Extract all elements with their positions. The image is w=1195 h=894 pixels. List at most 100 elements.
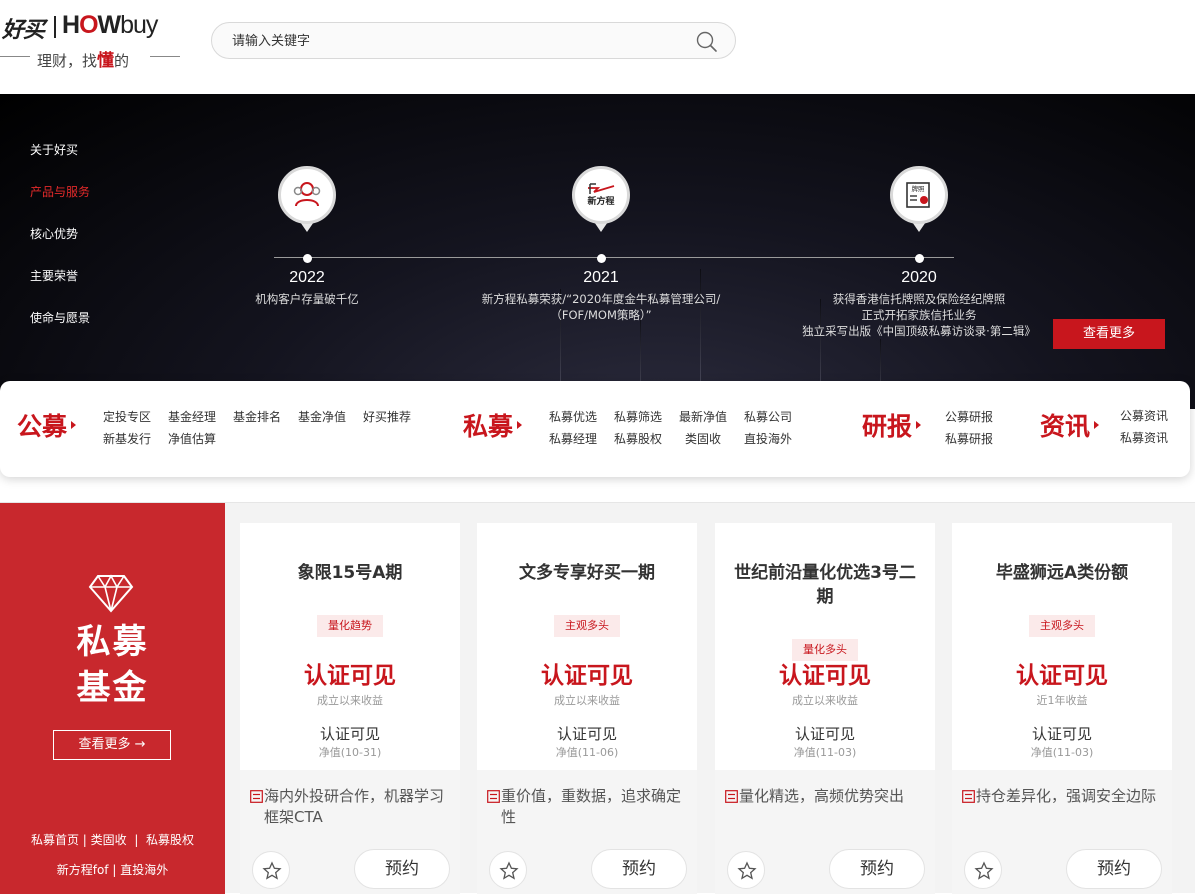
- product-card[interactable]: 世纪前沿量化优选3号二期 量化多头 认证可见 成立以来收益 认证可见 净值(11…: [715, 523, 935, 894]
- product-card[interactable]: 文多专享好买一期 主观多头 认证可见 成立以来收益 认证可见 净值(11-06)…: [477, 523, 697, 894]
- search-input[interactable]: [232, 31, 672, 51]
- news-link[interactable]: 私募资讯: [1120, 430, 1180, 446]
- product-name: 象限15号A期: [297, 563, 403, 583]
- private-fund-link[interactable]: 私募筛选: [614, 409, 679, 425]
- return-value: 认证可见: [304, 663, 396, 689]
- caret-right-icon: [1094, 421, 1100, 429]
- search-icon[interactable]: [695, 30, 719, 54]
- product-name: 世纪前沿量化优选3号二期: [734, 563, 916, 607]
- private-fund-link[interactable]: 私募优选: [549, 409, 614, 425]
- public-fund-link[interactable]: 净值估算: [168, 431, 233, 447]
- book-button[interactable]: 预约: [1066, 849, 1162, 889]
- category-public-fund[interactable]: 公募: [17, 407, 77, 443]
- public-fund-link[interactable]: 好买推荐: [363, 409, 423, 425]
- public-fund-link[interactable]: 基金经理: [168, 409, 233, 425]
- side-nav-products-services[interactable]: 产品与服务: [30, 184, 90, 226]
- star-icon: [499, 861, 519, 880]
- category-research[interactable]: 研报: [862, 407, 922, 443]
- news-link[interactable]: 公募资讯: [1120, 408, 1180, 424]
- private-fund-panel: 私募 基金 查看更多 → 私募首页 | 类固收 | 私募股权 新方程fof | …: [0, 503, 225, 894]
- search-box: [211, 22, 736, 59]
- nav-value: 认证可见: [556, 725, 617, 743]
- hero-more-button[interactable]: 查看更多: [1053, 319, 1165, 349]
- quick-link-fixed-income[interactable]: 类固收: [91, 833, 127, 847]
- private-fund-link[interactable]: 私募股权: [614, 431, 679, 447]
- private-fund-link[interactable]: 私募经理: [549, 431, 614, 447]
- strategy-tag: 量化趋势: [317, 615, 383, 637]
- product-name: 文多专享好买一期: [519, 563, 655, 583]
- caret-right-icon: [916, 421, 922, 429]
- public-fund-link[interactable]: 新基发行: [103, 431, 168, 447]
- timeline-dot: [596, 254, 606, 263]
- nav-label: 净值(10-31): [318, 746, 382, 759]
- star-icon: [737, 861, 757, 880]
- milestone-2022: 2022 机构客户存量破千亿: [157, 166, 457, 307]
- private-fund-link[interactable]: 直投海外: [744, 431, 804, 447]
- category-title: 公募: [17, 412, 68, 441]
- strategy-tag: 主观多头: [1029, 615, 1095, 637]
- howbuy-logo[interactable]: 好买 HOWbuy 理财，找懂的: [0, 10, 185, 71]
- product-card[interactable]: 毕盛狮远A类份额 主观多头 认证可见 近1年收益 认证可见 净值(11-03) …: [952, 523, 1172, 894]
- product-description: 海内外投研合作，机器学习框架CTA: [250, 786, 455, 828]
- caret-right-icon: [71, 421, 77, 429]
- return-label: 近1年收益: [1036, 694, 1088, 707]
- caret-right-icon: [517, 421, 523, 429]
- card-footer: 持仓差异化，强调安全边际 预约: [952, 770, 1172, 894]
- favorite-button[interactable]: [727, 851, 765, 889]
- nav-value: 认证可见: [1031, 725, 1092, 743]
- product-description: 量化精选，高频优势突出: [725, 786, 930, 807]
- research-link[interactable]: 私募研报: [945, 431, 1005, 447]
- private-fund-link[interactable]: 最新净值: [679, 409, 744, 425]
- quick-link-private-equity[interactable]: 私募股权: [146, 833, 194, 847]
- side-nav-core-advantages[interactable]: 核心优势: [30, 226, 90, 268]
- product-card[interactable]: 象限15号A期 量化趋势 认证可见 成立以来收益 认证可见 净值(10-31) …: [240, 523, 460, 894]
- public-fund-link[interactable]: 基金净值: [298, 409, 363, 425]
- favorite-button[interactable]: [489, 851, 527, 889]
- side-nav-mission[interactable]: 使命与愿景: [30, 310, 90, 352]
- favorite-button[interactable]: [964, 851, 1002, 889]
- list-icon: [962, 790, 975, 803]
- strategy-tag: 主观多头: [554, 615, 620, 637]
- svg-text:牌照: 牌照: [912, 184, 926, 193]
- milestone-year: 2022: [289, 269, 325, 286]
- private-fund-link[interactable]: 私募公司: [744, 409, 804, 425]
- quick-link-private-home[interactable]: 私募首页: [31, 833, 79, 847]
- private-fund-more-button[interactable]: 查看更多 →: [53, 730, 171, 760]
- book-button[interactable]: 预约: [829, 849, 925, 889]
- public-fund-link[interactable]: 基金排名: [233, 409, 298, 425]
- quick-link-fof[interactable]: 新方程fof: [57, 863, 109, 877]
- milestone-description: 获得香港信托牌照及保险经纪牌照 正式开拓家族信托业务 独立采写出版《中国顶级私募…: [802, 292, 1036, 338]
- category-private-fund[interactable]: 私募: [463, 407, 523, 443]
- milestone-pin: 牌照: [890, 166, 948, 244]
- card-footer: 海内外投研合作，机器学习框架CTA 预约: [240, 770, 460, 894]
- header: 好买 HOWbuy 理财，找懂的: [0, 0, 1195, 94]
- star-icon: [262, 861, 282, 880]
- product-description: 持仓差异化，强调安全边际: [962, 786, 1167, 807]
- milestone-year: 2020: [901, 269, 937, 286]
- return-label: 成立以来收益: [554, 694, 620, 707]
- favorite-button[interactable]: [252, 851, 290, 889]
- quick-link-overseas[interactable]: 直投海外: [120, 863, 168, 877]
- public-fund-link[interactable]: 定投专区: [103, 409, 168, 425]
- research-link[interactable]: 公募研报: [945, 409, 1005, 425]
- category-news[interactable]: 资讯: [1040, 407, 1100, 443]
- milestone-2021: 新方程 2021 新方程私募荣获/“2020年度金牛私募管理公司/ （FOF/M…: [451, 166, 751, 323]
- logo-en-text: HOWbuy: [62, 11, 158, 39]
- timeline-dot: [302, 254, 312, 263]
- side-nav-honors[interactable]: 主要荣誉: [30, 268, 90, 310]
- return-value: 认证可见: [541, 663, 633, 689]
- product-description: 重价值，重数据，追求确定性: [487, 786, 692, 828]
- about-side-nav: 关于好买 产品与服务 核心优势 主要荣誉 使命与愿景: [30, 142, 90, 352]
- book-button[interactable]: 预约: [354, 849, 450, 889]
- nav-label: 净值(11-03): [793, 746, 857, 759]
- private-fund-links: 私募优选 私募筛选 最新净值 私募公司 私募经理 私募股权 类固收 直投海外: [549, 409, 804, 447]
- milestone-year: 2021: [583, 269, 619, 286]
- book-button[interactable]: 预约: [591, 849, 687, 889]
- nav-label: 净值(11-06): [555, 746, 619, 759]
- list-icon: [725, 790, 738, 803]
- side-nav-about[interactable]: 关于好买: [30, 142, 90, 184]
- milestone-description: 新方程私募荣获/“2020年度金牛私募管理公司/ （FOF/MOM策略）”: [481, 292, 721, 322]
- card-footer: 重价值，重数据，追求确定性 预约: [477, 770, 697, 894]
- newfangcheng-logo-icon: 新方程: [587, 183, 615, 207]
- private-fund-link[interactable]: 类固收: [679, 431, 744, 447]
